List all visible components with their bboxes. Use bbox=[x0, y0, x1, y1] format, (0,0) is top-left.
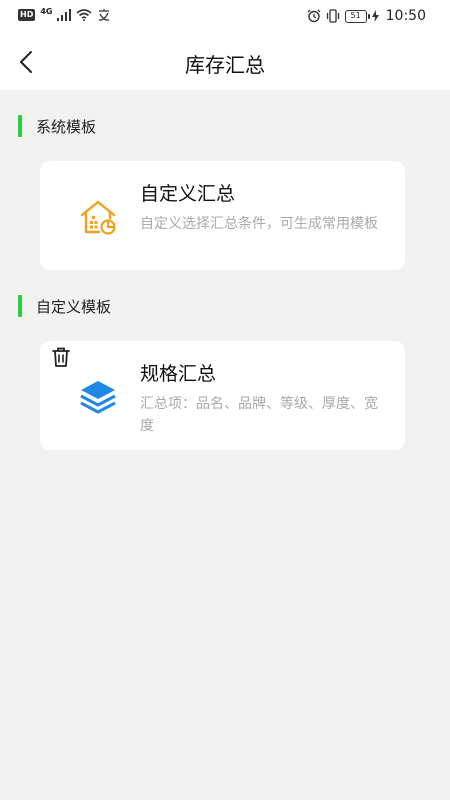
page-title: 库存汇总 bbox=[185, 53, 265, 77]
hd-badge: HD bbox=[18, 9, 36, 21]
clock: 10:50 bbox=[385, 8, 426, 24]
wifi-icon bbox=[76, 9, 93, 21]
card-description: 汇总项：品名、品牌、等级、厚度、宽度 bbox=[140, 396, 378, 434]
layers-icon bbox=[80, 381, 116, 414]
network-type: 4G bbox=[40, 6, 53, 16]
signal-icon bbox=[57, 9, 72, 21]
battery-indicator: 51 bbox=[344, 9, 370, 23]
status-bar: HD 4G 51 10:50 bbox=[0, 0, 450, 34]
alarm-icon bbox=[307, 9, 321, 23]
card-description: 自定义选择汇总条件，可生成常用模板 bbox=[140, 216, 378, 232]
app-header: 库存汇总 bbox=[0, 34, 450, 90]
charging-icon bbox=[371, 10, 379, 22]
template-card-spec-summary[interactable]: 规格汇总 汇总项：品名、品牌、等级、厚度、宽度 bbox=[40, 341, 405, 450]
section-heading-custom: 自定义模板 bbox=[18, 295, 111, 317]
status-right: 51 10:50 bbox=[307, 8, 426, 24]
template-card-custom-summary[interactable]: 自定义汇总 自定义选择汇总条件，可生成常用模板 bbox=[40, 161, 405, 270]
section-heading-system: 系统模板 bbox=[18, 115, 96, 137]
notification-icon bbox=[99, 9, 110, 21]
card-title: 自定义汇总 bbox=[140, 183, 236, 205]
section-accent-bar bbox=[18, 115, 22, 137]
card-title: 规格汇总 bbox=[140, 363, 217, 385]
vibrate-icon bbox=[326, 9, 339, 23]
section-label: 系统模板 bbox=[36, 117, 97, 136]
delete-icon[interactable] bbox=[50, 346, 72, 368]
house-chart-icon bbox=[80, 200, 116, 235]
section-accent-bar bbox=[18, 295, 22, 317]
status-left: HD 4G bbox=[18, 6, 111, 21]
section-label: 自定义模板 bbox=[36, 297, 112, 316]
